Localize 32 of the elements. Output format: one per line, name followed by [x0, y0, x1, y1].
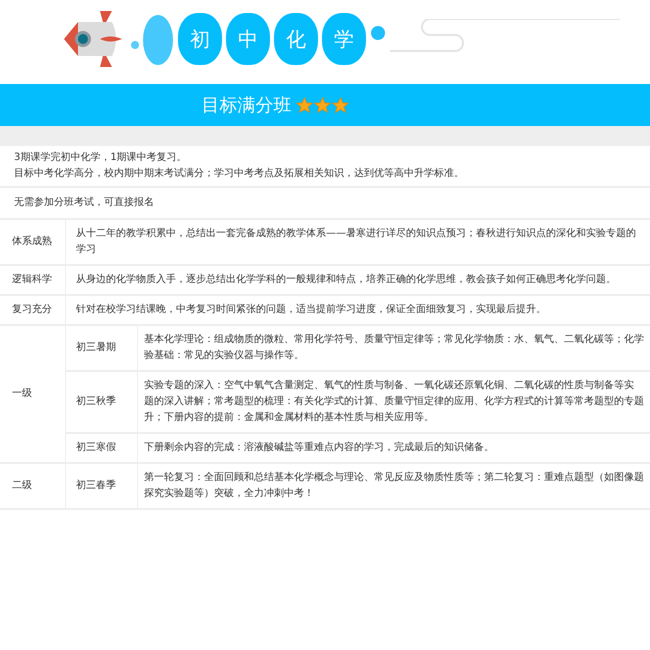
title-cloud: 化: [274, 13, 318, 65]
term-text: 第一轮复习：全面回顾和总结基本化学概念与理论、常见反应及物质性质等；第二轮复习：重难点题型（如图像题: [144, 470, 644, 485]
feature-label: 逻辑科学: [12, 272, 53, 287]
cloud-icon: [130, 12, 174, 66]
intro-text: 目标中考化学高分，校内期中期末考试满分；学习中考考点及拓展相关知识，达到优等高中升学标准。: [14, 166, 465, 181]
term-text: 题的深入讲解；常考题型的梳理：有关化学式的计算、质量守恒定律的应用、化学方程式的计算等常考题型的专题: [144, 394, 644, 409]
feature-label: 复习充分: [12, 302, 53, 317]
title-cloud: 中: [226, 13, 270, 65]
term-text: 下册剩余内容的完成：溶液酸碱盐等重难点内容的学习，完成最后的知识储备。: [144, 440, 495, 455]
term-label: 初三秋季: [76, 394, 117, 409]
intro-text: 3期课学完初中化学，1期课中考复习。: [14, 150, 188, 165]
term-text: 验基础：常见的实验仪器与操作等。: [144, 348, 305, 363]
term-text: 升；下册内容的提前：金属和金属材料的基本性质与相关应用等。: [144, 410, 435, 425]
star-icon: [332, 96, 348, 114]
feature-label: 体系成熟: [12, 234, 53, 249]
enrollment-text: 无需参加分班考试，可直接报名: [14, 196, 155, 210]
title-cloud: 初: [178, 13, 222, 65]
term-text: 探究实验题等）突破，全力冲刺中考！: [144, 486, 315, 501]
level-label: 一级: [12, 387, 33, 401]
star-icon: [314, 96, 330, 114]
feature-text: 从十二年的教学积累中，总结出一套完备成熟的教学体系——暑寒进行详尽的知识点预习；春秋进行知识点的深化和实验专题的学习: [76, 226, 637, 257]
class-title: 目标满分班: [202, 94, 292, 117]
star-icon: [296, 96, 312, 114]
term-label: 初三春季: [76, 478, 117, 493]
term-label: 初三寒假: [76, 440, 117, 455]
term-text: 基本化学理论：组成物质的微粒、常用化学符号、质量守恒定律等；常见化学物质：水、氧气、二氧化碳等；化学: [144, 332, 644, 347]
term-text: 实验专题的深入：空气中氧气含量测定、氧气的性质与制备、一氧化碳还原氧化铜、二氧化碳的性质与制备等实: [144, 378, 635, 393]
term-label: 初三暑期: [76, 340, 117, 355]
level-label: 二级: [12, 479, 33, 493]
title-cloud: 学: [322, 13, 366, 65]
feature-text: 从身边的化学物质入手，逐步总结出化学学科的一般规律和特点，培养正确的化学思维，教会孩子如何正确思考化学问题。: [76, 272, 617, 287]
feature-text: 针对在校学习结课晚，中考复习时间紧张的问题，适当提前学习进度，保证全面细致复习，实现最后提升。: [76, 302, 547, 317]
